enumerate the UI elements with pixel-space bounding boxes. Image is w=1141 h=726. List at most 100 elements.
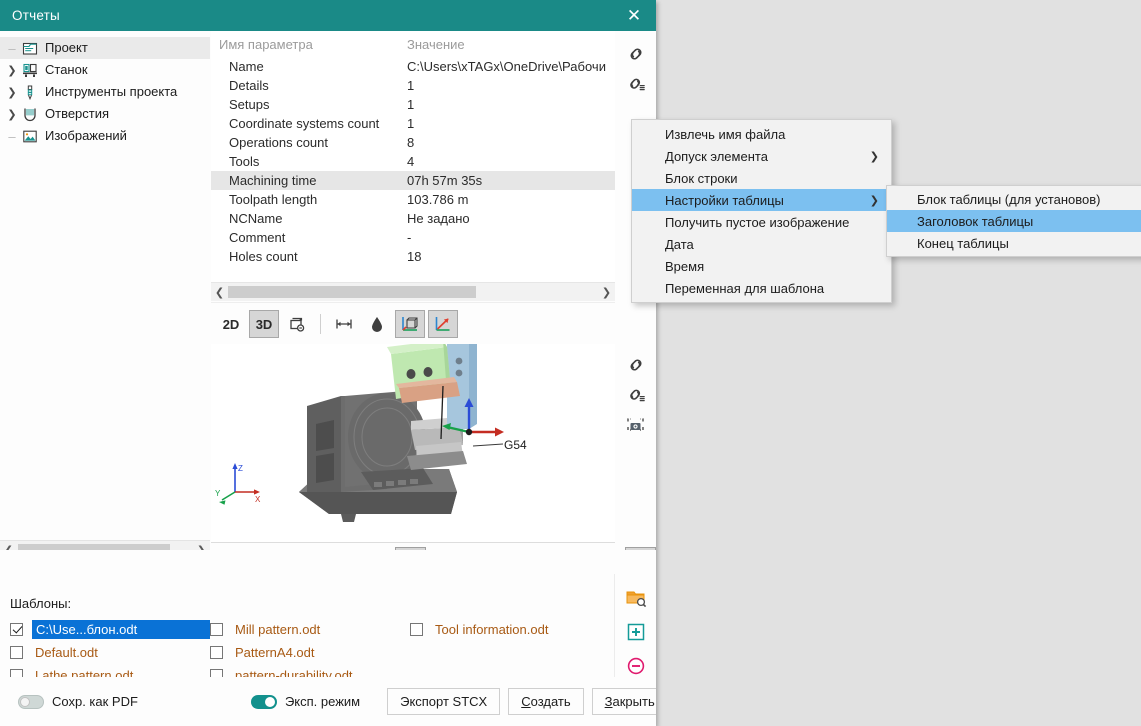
menu-item-extract-file-name[interactable]: Извлечь имя файла [632, 123, 891, 145]
box-axes-icon[interactable] [395, 310, 425, 338]
save-as-pdf-toggle[interactable] [18, 695, 44, 709]
menu-item-get-empty-image[interactable]: Получить пустое изображение [632, 211, 891, 233]
sidebar-item-images[interactable]: – Изображений [0, 125, 210, 147]
sidebar-item-label: Изображений [45, 128, 127, 144]
view-3d-button[interactable]: 3D [249, 310, 279, 338]
sidebar-item-tools[interactable]: ❯ Инструменты проекта [0, 81, 210, 103]
table-row[interactable]: Coordinate systems count 1 [211, 114, 615, 133]
tree-stub: – [4, 41, 20, 56]
param-name: Name [211, 59, 407, 74]
param-name: Coordinate systems count [211, 116, 407, 131]
add-box-icon[interactable] [622, 620, 650, 643]
context-menu[interactable]: Извлечь имя файла Допуск элемента ❯ Блок… [631, 119, 892, 303]
close-icon[interactable]: ✕ [612, 0, 656, 31]
screenshot-icon[interactable] [621, 410, 651, 440]
project-tree: – Проект ❯ [0, 31, 210, 541]
close-button[interactable]: Закрыть [592, 688, 656, 715]
vector-axes-icon[interactable] [428, 310, 458, 338]
chevron-right-icon[interactable]: ❯ [4, 64, 20, 77]
param-value: Не задано [407, 211, 615, 226]
sidebar-item-project[interactable]: – Проект [0, 37, 210, 59]
menu-item-element-tolerance[interactable]: Допуск элемента ❯ [632, 145, 891, 167]
menu-item-label: Допуск элемента [665, 149, 768, 164]
template-label: Tool information.odt [432, 621, 551, 638]
template-checkbox[interactable] [10, 646, 23, 659]
context-submenu[interactable]: Блок таблицы (для установов) Заголовок т… [886, 185, 1141, 257]
export-stcx-button[interactable]: Экспорт STCX [387, 688, 500, 715]
table-row[interactable]: Setups 1 [211, 95, 615, 114]
sidebar-item-machine[interactable]: ❯ Станок [0, 59, 210, 81]
table-row[interactable]: Operations count 8 [211, 133, 615, 152]
pdf-toggle-group[interactable]: Сохр. как PDF [18, 694, 138, 709]
scroll-thumb[interactable] [228, 286, 476, 298]
view-2d-button[interactable]: 2D [216, 310, 246, 338]
submenu-item-table-end[interactable]: Конец таблицы [887, 232, 1141, 254]
column-header-name: Имя параметра [211, 37, 407, 52]
images-icon [20, 127, 40, 145]
machine-icon [20, 61, 40, 79]
table-row[interactable]: Holes count 18 [211, 247, 615, 266]
template-label: C:\Use...блон.odt [32, 620, 210, 639]
toolbar-divider [320, 314, 321, 334]
table-row[interactable]: NCName Не задано [211, 209, 615, 228]
list-item[interactable]: Default.odt [10, 641, 210, 663]
template-label: PatternA4.odt [232, 644, 318, 661]
template-checkbox[interactable] [10, 623, 23, 636]
chevron-right-icon: ❯ [870, 150, 879, 163]
link-icon[interactable] [621, 39, 651, 69]
menu-item-date[interactable]: Дата [632, 233, 891, 255]
template-checkbox[interactable] [210, 646, 223, 659]
create-button[interactable]: Создать [508, 688, 583, 715]
menu-item-template-variable[interactable]: Переменная для шаблона [632, 277, 891, 299]
list-item[interactable]: PatternA4.odt [210, 641, 410, 663]
params-horizontal-scrollbar[interactable]: ❮ ❯ [211, 282, 615, 301]
menu-item-table-settings[interactable]: Настройки таблицы ❯ [632, 189, 891, 211]
list-item[interactable]: C:\Use...блон.odt [10, 618, 210, 640]
remove-circle-icon[interactable] [622, 654, 650, 677]
measure-icon[interactable] [329, 310, 359, 338]
submenu-item-table-block[interactable]: Блок таблицы (для установов) [887, 188, 1141, 210]
scroll-right-icon[interactable]: ❯ [598, 286, 615, 299]
expert-toggle-group[interactable]: Эксп. режим [251, 694, 360, 709]
param-name: Comment [211, 230, 407, 245]
scroll-left-icon[interactable]: ❮ [211, 286, 228, 299]
refresh-image-icon[interactable] [282, 310, 312, 338]
sidebar-item-holes[interactable]: ❯ Отверстия [0, 103, 210, 125]
link-icon[interactable] [621, 350, 651, 380]
list-item[interactable]: Mill pattern.odt [210, 618, 410, 640]
viewport-icon-rail [615, 344, 656, 548]
template-checkbox[interactable] [410, 623, 423, 636]
expert-mode-toggle[interactable] [251, 695, 277, 709]
submenu-item-table-header[interactable]: Заголовок таблицы [887, 210, 1141, 232]
link-list-icon[interactable] [621, 380, 651, 410]
menu-item-time[interactable]: Время [632, 255, 891, 277]
cnc-machine-render: G54 Z X Y [211, 344, 615, 542]
table-row[interactable]: Name C:\Users\xTAGx\OneDrive\Рабочи [211, 57, 615, 76]
folder-search-icon[interactable] [622, 586, 650, 609]
parameters-table: Имя параметра Значение Name C:\Users\xTA… [211, 31, 615, 301]
table-row[interactable]: Toolpath length 103.786 m [211, 190, 615, 209]
table-row[interactable]: Tools 4 [211, 152, 615, 171]
template-label: Default.odt [32, 644, 101, 661]
menu-item-row-block[interactable]: Блок строки [632, 167, 891, 189]
chevron-right-icon[interactable]: ❯ [4, 108, 20, 121]
expert-mode-label: Эксп. режим [285, 694, 360, 709]
param-value: 07h 57m 35s [407, 173, 615, 188]
submenu-item-label: Конец таблицы [917, 236, 1009, 251]
drop-icon[interactable] [362, 310, 392, 338]
model-viewport[interactable]: G54 Z X Y [211, 344, 615, 543]
table-row-selected[interactable]: Machining time 07h 57m 35s [211, 171, 615, 190]
table-row[interactable]: Details 1 [211, 76, 615, 95]
param-value: 103.786 m [407, 192, 615, 207]
link-list-icon[interactable] [621, 69, 651, 99]
menu-item-label: Дата [665, 237, 694, 252]
close-accel: З [605, 694, 613, 709]
list-item[interactable]: Tool information.odt [410, 618, 610, 640]
reports-dialog: Отчеты ✕ – Проект [0, 0, 656, 726]
sidebar-item-label: Проект [45, 40, 88, 56]
create-rest: оздать [531, 694, 571, 709]
chevron-right-icon[interactable]: ❯ [4, 86, 20, 99]
table-row[interactable]: Comment - [211, 228, 615, 247]
param-name: Tools [211, 154, 407, 169]
template-checkbox[interactable] [210, 623, 223, 636]
